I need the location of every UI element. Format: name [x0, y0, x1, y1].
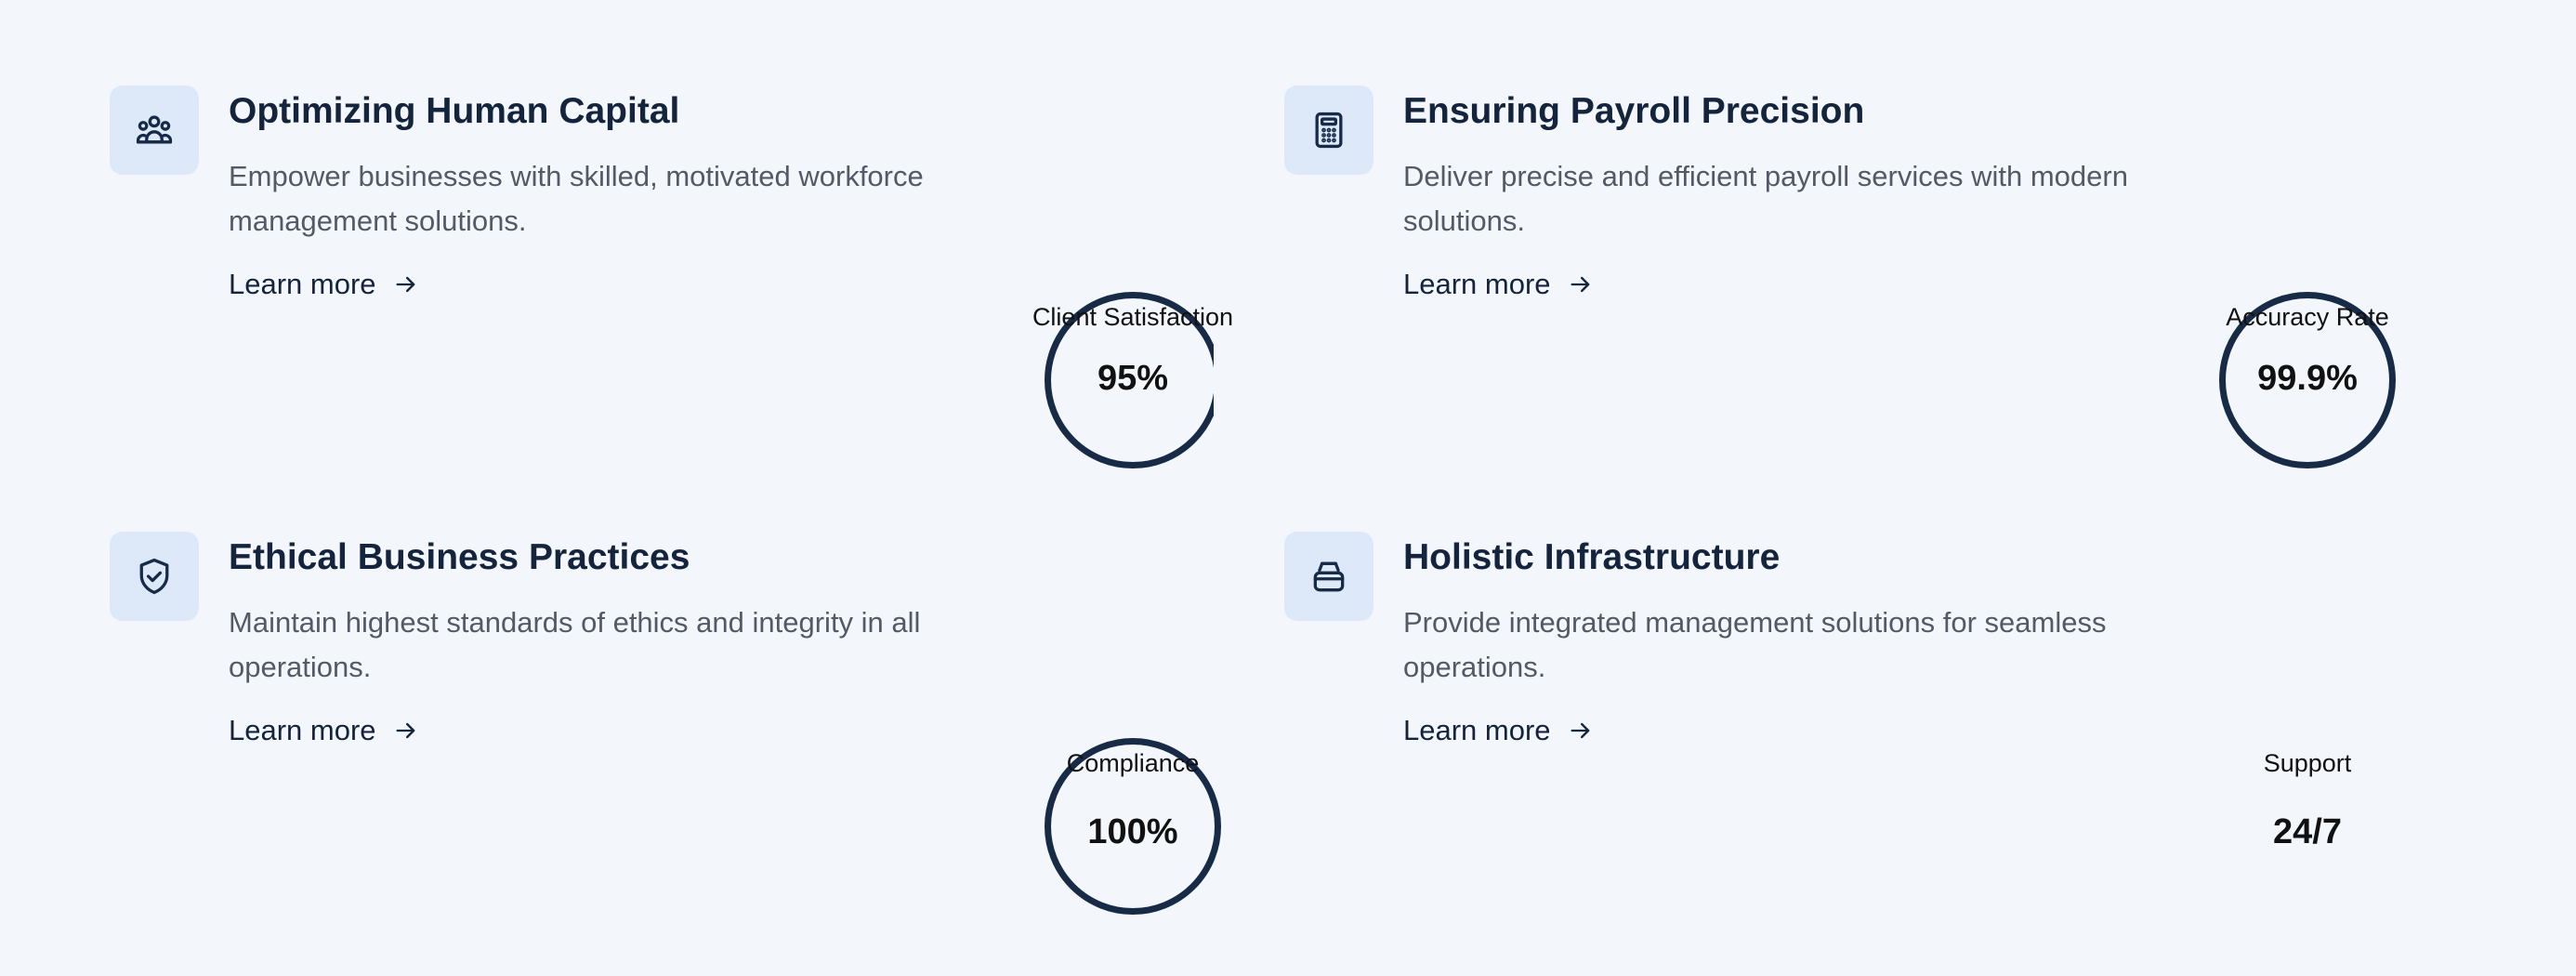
stat-badge: Compliance 100% [1045, 738, 1221, 915]
feature-description: Empower businesses with skilled, motivat… [229, 160, 924, 237]
feature-card-human-capital: Optimizing Human Capital Empower busines… [110, 86, 1233, 476]
arrow-right-icon [1571, 276, 1589, 293]
stat-badge: Client Satisfaction 95% [1032, 292, 1233, 468]
feature-icon-box [110, 86, 199, 175]
stat-label: Client Satisfaction [1032, 303, 1234, 331]
feature-description: Provide integrated management solutions … [1403, 606, 2107, 683]
feature-card-payroll: Ensuring Payroll Precision Deliver preci… [1284, 86, 2399, 476]
feature-icon-box [1284, 86, 1373, 175]
learn-more-label: Learn more [1403, 714, 1551, 746]
stat-badge: Accuracy Rate 99.9% [2219, 292, 2396, 468]
layers-stack-icon [1313, 561, 1345, 592]
feature-card-infrastructure: Holistic Infrastructure Provide integrat… [1284, 532, 2399, 922]
feature-title: Optimizing Human Capital [229, 91, 680, 131]
users-group-icon [136, 115, 173, 144]
learn-more-label: Learn more [229, 714, 376, 746]
feature-description: Deliver precise and efficient payroll se… [1403, 160, 2128, 237]
feature-title: Holistic Infrastructure [1403, 537, 1781, 577]
feature-title: Ethical Business Practices [229, 537, 690, 577]
arrow-right-icon [1571, 722, 1589, 739]
feature-title: Ensuring Payroll Precision [1403, 91, 1865, 131]
shield-check-icon [139, 558, 169, 595]
stat-label: Compliance [1066, 749, 1200, 777]
feature-card-ethics: Ethical Business Practices Maintain high… [110, 532, 1225, 922]
learn-more-label: Learn more [1403, 268, 1551, 300]
stat-label: Accuracy Rate [2226, 303, 2389, 331]
feature-icon-box [110, 532, 199, 621]
arrow-right-icon [396, 276, 414, 293]
learn-more-link[interactable]: Learn more [229, 268, 419, 301]
learn-more-link[interactable]: Learn more [1403, 268, 1594, 301]
calculator-icon [1315, 112, 1343, 149]
stat-badge: Support 24/7 [2223, 742, 2392, 911]
stat-value: 24/7 [2273, 812, 2342, 851]
learn-more-link[interactable]: Learn more [1403, 714, 1594, 747]
feature-icon-box [1284, 532, 1373, 621]
learn-more-label: Learn more [229, 268, 376, 300]
stat-value: 100% [1087, 812, 1178, 851]
stat-label: Support [2263, 749, 2352, 777]
stat-value: 99.9% [2257, 359, 2358, 398]
stat-value: 95% [1097, 359, 1169, 398]
feature-description: Maintain highest standards of ethics and… [229, 606, 921, 683]
learn-more-link[interactable]: Learn more [229, 714, 419, 747]
features-grid: Optimizing Human Capital Empower busines… [0, 0, 2576, 976]
arrow-right-icon [396, 722, 414, 739]
